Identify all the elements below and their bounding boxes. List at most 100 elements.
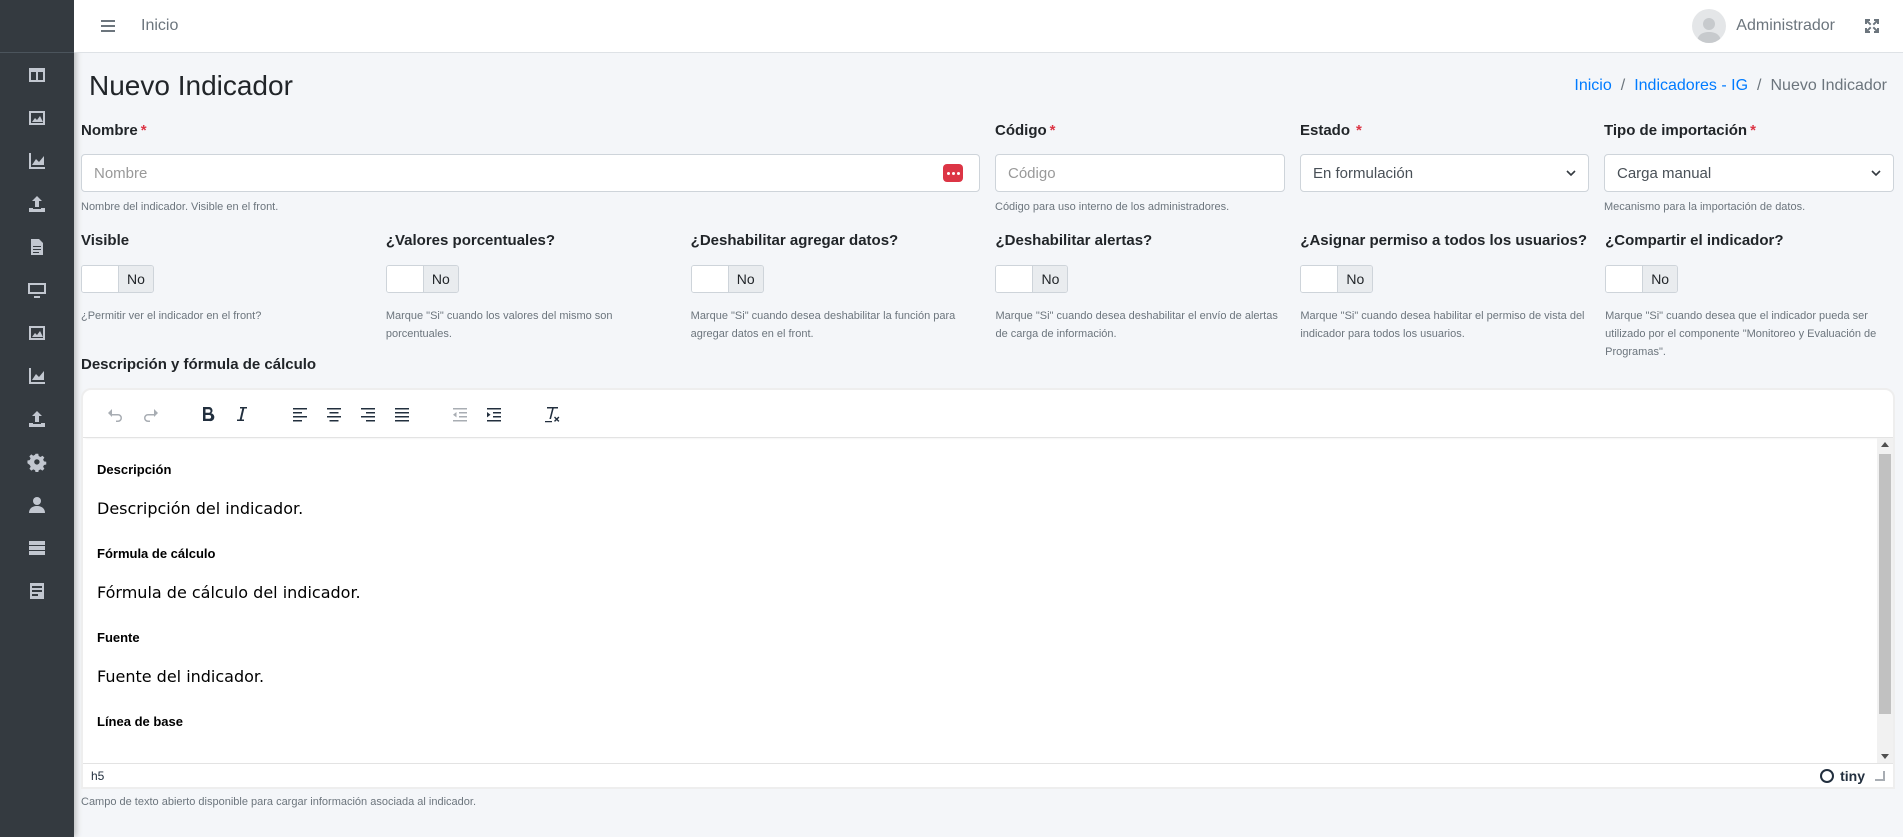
tipo-importacion-label: Tipo de importación * bbox=[1604, 122, 1756, 139]
toggle-state: No bbox=[1643, 266, 1678, 292]
toggle-field-agregar-datos: ¿Deshabilitar agregar datos? No Marque "… bbox=[690, 229, 981, 353]
deshabilitar-agregar-datos-toggle[interactable]: No bbox=[690, 265, 764, 293]
outdent-icon bbox=[453, 407, 467, 421]
sidebar-item-charts[interactable] bbox=[0, 139, 74, 182]
sidebar-item-dashboard[interactable] bbox=[0, 53, 74, 96]
editor-heading: Fuente bbox=[97, 630, 140, 645]
sidebar-item-settings[interactable] bbox=[0, 440, 74, 483]
align-right-icon bbox=[361, 407, 375, 421]
outdent-button[interactable] bbox=[443, 397, 477, 431]
tipo-importacion-select[interactable]: Carga manual bbox=[1604, 154, 1894, 192]
page-title: Nuevo Indicador bbox=[89, 70, 293, 101]
align-left-icon bbox=[293, 407, 307, 421]
estado-label: Estado * bbox=[1300, 122, 1362, 139]
sidebar-brand bbox=[0, 0, 74, 53]
image-icon bbox=[29, 325, 45, 340]
toggle-help: Marque "Si" cuando desea deshabilitar la… bbox=[690, 310, 956, 340]
toggle-state: No bbox=[119, 266, 153, 292]
resize-handle-icon[interactable] bbox=[1875, 770, 1885, 781]
clear-formatting-button[interactable] bbox=[535, 397, 569, 431]
editor-help: Campo de texto abierto disponible para c… bbox=[81, 796, 477, 808]
toggle-state: No bbox=[1338, 266, 1373, 292]
user-avatar-icon bbox=[1697, 18, 1722, 43]
align-justify-icon bbox=[395, 407, 409, 421]
bold-button[interactable] bbox=[191, 397, 225, 431]
breadcrumb-indicadores[interactable]: Indicadores - IG bbox=[1634, 77, 1748, 95]
codigo-help: Código para uso interno de los administr… bbox=[995, 201, 1230, 213]
editor-toolbar bbox=[83, 390, 1893, 438]
editor-paragraph: Descripción del indicador. bbox=[97, 499, 304, 518]
sidebar-item-desktop[interactable] bbox=[0, 268, 74, 311]
user-name: Administrador bbox=[1736, 17, 1835, 34]
estado-select[interactable]: En formulación bbox=[1300, 154, 1589, 192]
estado-field: Estado * En formulación bbox=[1300, 119, 1589, 229]
toggle-label: ¿Compartir el indicador? bbox=[1605, 232, 1784, 249]
sidebar-item-charts-2[interactable] bbox=[0, 354, 74, 397]
user-menu[interactable]: Administrador bbox=[1692, 9, 1835, 43]
sidebar-item-files[interactable] bbox=[0, 225, 74, 268]
editor-heading: Descripción bbox=[97, 462, 172, 477]
compartir-indicador-toggle[interactable]: No bbox=[1605, 265, 1679, 293]
desktop-icon bbox=[28, 282, 46, 298]
porcentuales-toggle[interactable]: No bbox=[385, 265, 459, 293]
scroll-up-icon[interactable] bbox=[1881, 442, 1889, 447]
area-chart-icon bbox=[29, 152, 45, 169]
document-icon bbox=[30, 582, 44, 599]
upload-icon bbox=[29, 410, 45, 427]
align-justify-button[interactable] bbox=[385, 397, 419, 431]
password-manager-icon[interactable] bbox=[943, 164, 963, 182]
visible-toggle[interactable]: No bbox=[81, 265, 154, 293]
indent-icon bbox=[487, 407, 501, 421]
breadcrumb-separator: / bbox=[1620, 77, 1626, 94]
nav-link-home[interactable]: Inicio bbox=[141, 17, 178, 35]
scrollbar-thumb[interactable] bbox=[1879, 454, 1891, 714]
editor-scrollbar[interactable] bbox=[1877, 438, 1893, 763]
menu-toggle-button[interactable] bbox=[98, 16, 118, 36]
breadcrumb-home[interactable]: Inicio bbox=[1574, 77, 1611, 95]
italic-button[interactable] bbox=[225, 397, 259, 431]
toggle-label: ¿Valores porcentuales? bbox=[385, 232, 556, 249]
toggle-label: ¿Asignar permiso a todos los usuarios? bbox=[1300, 232, 1588, 249]
sidebar-item-servers[interactable] bbox=[0, 526, 74, 569]
tiny-brand[interactable]: tiny bbox=[1820, 768, 1865, 784]
undo-button[interactable] bbox=[99, 397, 133, 431]
tipo-importacion-help: Mecanismo para la importación de datos. bbox=[1604, 201, 1806, 213]
toggle-label: ¿Deshabilitar alertas? bbox=[995, 232, 1153, 249]
deshabilitar-alertas-toggle[interactable]: No bbox=[995, 265, 1069, 293]
fullscreen-button[interactable] bbox=[1863, 17, 1881, 35]
editor-heading: Fórmula de cálculo bbox=[97, 546, 216, 561]
estado-value: En formulación bbox=[1313, 164, 1414, 182]
editor-content[interactable]: Descripción Descripción del indicador. F… bbox=[83, 438, 1893, 763]
breadcrumb-separator: / bbox=[1757, 77, 1762, 94]
element-path[interactable]: h5 bbox=[91, 769, 104, 783]
align-left-button[interactable] bbox=[283, 397, 317, 431]
sidebar-item-documents[interactable] bbox=[0, 569, 74, 612]
codigo-input[interactable]: Código bbox=[995, 154, 1285, 192]
toggle-help: Marque "Si" cuando desea deshabilitar el… bbox=[995, 310, 1278, 340]
redo-button[interactable] bbox=[133, 397, 167, 431]
sidebar-item-upload-2[interactable] bbox=[0, 397, 74, 440]
sidebar-item-upload[interactable] bbox=[0, 182, 74, 225]
italic-icon bbox=[237, 406, 247, 421]
nombre-input[interactable]: Nombre bbox=[81, 154, 980, 192]
chevron-down-icon bbox=[1566, 170, 1576, 177]
user-icon bbox=[29, 496, 45, 513]
clear-formatting-icon bbox=[545, 406, 560, 422]
scroll-down-icon[interactable] bbox=[1881, 754, 1889, 759]
asignar-permiso-toggle[interactable]: No bbox=[1300, 265, 1374, 293]
align-right-button[interactable] bbox=[351, 397, 385, 431]
sidebar-item-users[interactable] bbox=[0, 483, 74, 526]
indent-button[interactable] bbox=[477, 397, 511, 431]
codigo-label: Código * bbox=[995, 122, 1056, 139]
sidebar-item-images[interactable] bbox=[0, 96, 74, 139]
align-center-button[interactable] bbox=[317, 397, 351, 431]
rich-text-editor: Descripción Descripción del indicador. F… bbox=[81, 388, 1895, 789]
upload-icon bbox=[29, 195, 45, 212]
sidebar-item-images-2[interactable] bbox=[0, 311, 74, 354]
image-icon bbox=[29, 110, 45, 125]
nombre-field: Nombre * Nombre Nombre del indicador. Vis… bbox=[81, 119, 980, 229]
table-columns-icon bbox=[29, 67, 45, 82]
server-icon bbox=[29, 540, 45, 555]
expand-icon bbox=[1865, 19, 1879, 33]
sidebar bbox=[0, 0, 74, 837]
